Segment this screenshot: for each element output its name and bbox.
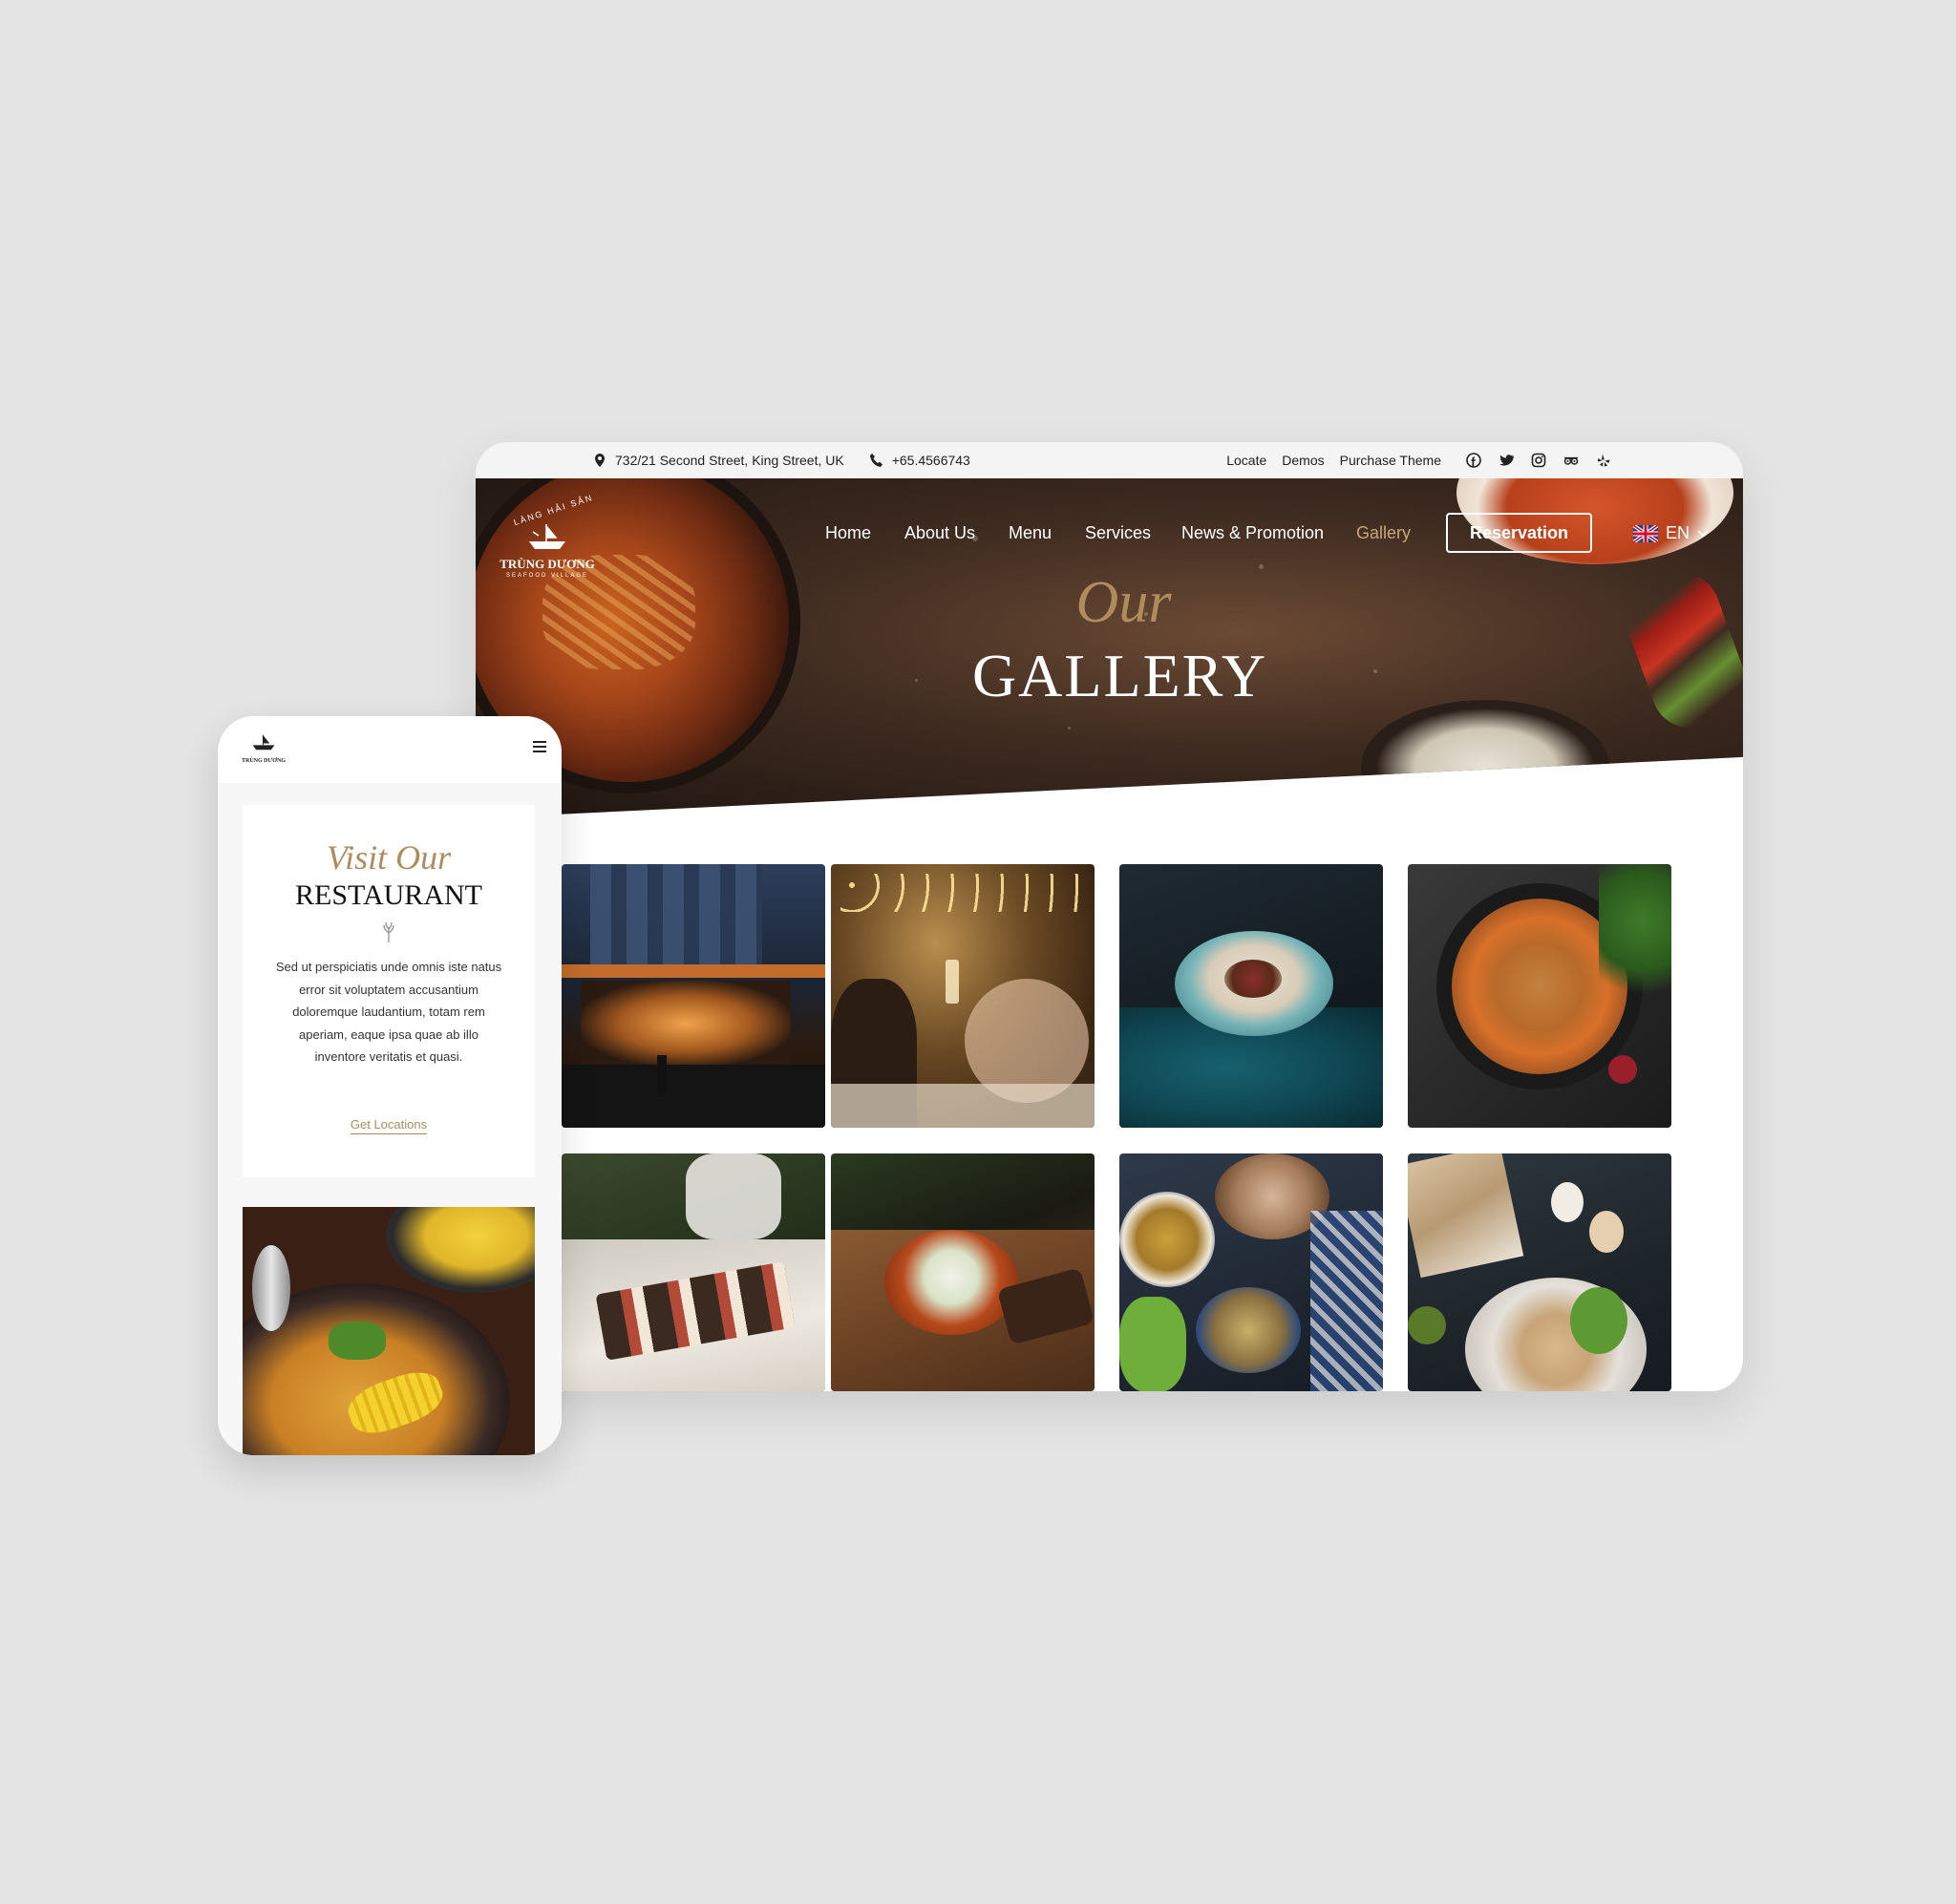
visit-card: Visit Our RESTAURANT Sed ut perspiciatis… — [243, 805, 535, 1177]
gallery-image-dining-toast[interactable] — [831, 864, 1095, 1128]
mobile-header: TRÙNG DƯƠNG — [218, 716, 562, 783]
gallery-image-copper-pot[interactable] — [831, 1153, 1095, 1391]
mobile-food-photo — [243, 1207, 535, 1455]
visit-description: Sed ut perspiciatis unde omnis iste natu… — [275, 960, 502, 1064]
get-locations-link[interactable]: Get Locations — [243, 1116, 535, 1134]
gallery-image-dish-bowl[interactable] — [1119, 864, 1383, 1128]
mobile-brand-name: TRÙNG DƯƠNG — [242, 758, 286, 764]
get-locations-label: Get Locations — [350, 1117, 428, 1134]
sprig-icon — [383, 921, 394, 942]
gallery-grid — [476, 442, 1743, 1391]
boat-icon — [252, 734, 275, 751]
mobile-mockup: TRÙNG DƯƠNG Visit Our RESTAURANT Sed ut … — [218, 716, 562, 1455]
hamburger-menu-icon[interactable] — [533, 741, 546, 752]
gallery-image-restaurant-exterior[interactable] — [562, 864, 825, 1128]
mobile-brand-logo[interactable]: TRÙNG DƯƠNG — [237, 728, 290, 773]
gallery-image-stew-pan[interactable] — [1408, 864, 1671, 1128]
mobile-content: Visit Our RESTAURANT Sed ut perspiciatis… — [218, 783, 562, 1455]
gallery-image-dessert-platter[interactable] — [562, 1153, 825, 1391]
gallery-image-breakfast-table[interactable] — [1408, 1153, 1671, 1391]
gallery-image-table-spread[interactable] — [1119, 1153, 1383, 1391]
desktop-mockup: 732/21 Second Street, King Street, UK +6… — [476, 442, 1743, 1391]
visit-title: RESTAURANT — [295, 879, 482, 911]
visit-script-text: Visit Our — [326, 838, 452, 877]
